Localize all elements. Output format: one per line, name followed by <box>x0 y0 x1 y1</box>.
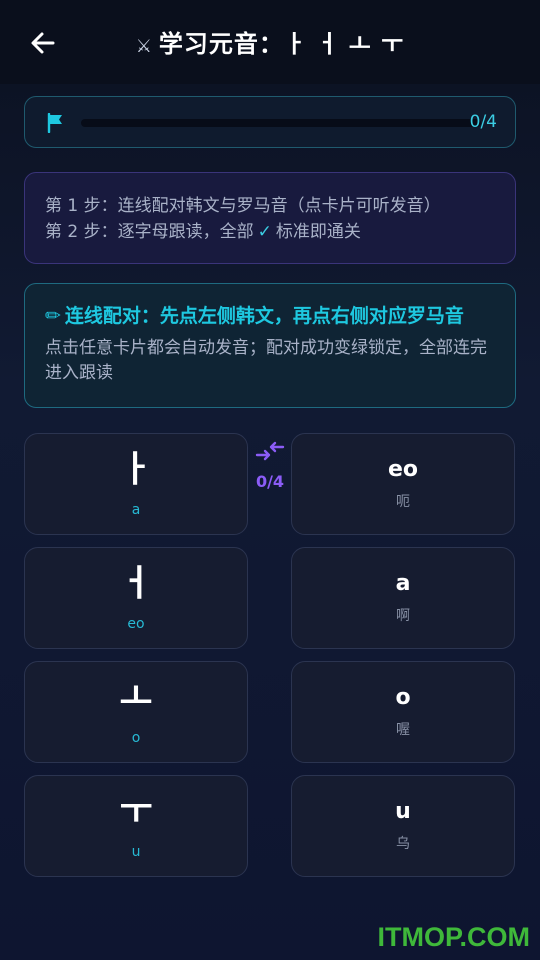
arrows-merge-icon <box>255 441 285 461</box>
roman-text: eo <box>387 457 419 482</box>
progress-bar <box>81 119 481 127</box>
roman-text: u <box>395 799 411 824</box>
hangul-char: ㅜ <box>119 791 153 832</box>
step-2-text: 第 2 步：逐字母跟读，全部 ✓ 标准即通关 <box>45 219 515 245</box>
roman-card-a[interactable]: a 啊 <box>291 547 515 649</box>
instruction-card: ✏ 连线配对：先点左侧韩文，再点右侧对应罗马音 点击任意卡片都会自动发音；配对成功… <box>24 283 516 408</box>
hangul-romanization: u <box>131 844 141 860</box>
page-title-text: 学习元音：ㅏ ㅓ ㅗ ㅜ <box>158 30 405 58</box>
instruction-body: 点击任意卡片都会自动发音；配对成功变绿锁定，全部连完进入跟读 <box>45 338 487 383</box>
flag-icon <box>47 113 62 133</box>
roman-card-u[interactable]: u 乌 <box>291 775 515 877</box>
hangul-romanization: o <box>131 730 141 746</box>
hangul-card-u[interactable]: ㅜ u <box>24 775 248 877</box>
instruction-title: ✏ 连线配对：先点左侧韩文，再点右侧对应罗马音 <box>45 302 497 330</box>
check-icon: ✓ <box>257 222 272 242</box>
app-header: ⚔ 学习元音：ㅏ ㅓ ㅗ ㅜ <box>0 0 540 84</box>
hangul-card-a[interactable]: ㅏ a <box>24 433 248 535</box>
hangul-card-o[interactable]: ㅗ o <box>24 661 248 763</box>
chinese-hint: 喔 <box>396 722 410 738</box>
chinese-hint: 啊 <box>396 608 410 624</box>
chinese-hint: 乌 <box>396 836 410 852</box>
hangul-char: ㅗ <box>119 677 153 718</box>
step-2-suffix: 标准即通关 <box>275 222 361 242</box>
swords-icon: ⚔ <box>135 36 153 57</box>
roman-card-o[interactable]: o 喔 <box>291 661 515 763</box>
instruction-title-text: 连线配对：先点左侧韩文，再点右侧对应罗马音 <box>64 305 464 327</box>
roman-card-eo[interactable]: eo 呃 <box>291 433 515 535</box>
hangul-char: ㅓ <box>119 563 153 604</box>
hangul-romanization: eo <box>127 616 145 632</box>
pencil-icon: ✏ <box>45 305 61 327</box>
steps-card: 第 1 步：连线配对韩文与罗马音（点卡片可听发音） 第 2 步：逐字母跟读，全部… <box>24 172 516 264</box>
chinese-hint: 呃 <box>396 494 410 510</box>
watermark: ITMOP.COM <box>377 922 530 952</box>
progress-card: 0/4 <box>24 96 516 148</box>
hangul-char: ㅏ <box>119 449 153 490</box>
hangul-romanization: a <box>131 502 141 518</box>
progress-count: 0/4 <box>469 112 497 132</box>
step-1-text: 第 1 步：连线配对韩文与罗马音（点卡片可听发音） <box>45 196 441 216</box>
roman-text: a <box>395 571 411 596</box>
hangul-card-eo[interactable]: ㅓ eo <box>24 547 248 649</box>
match-indicator: 0/4 <box>248 440 292 491</box>
roman-text: o <box>395 685 411 710</box>
step-2-prefix: 第 2 步：逐字母跟读，全部 <box>45 222 254 242</box>
page-title: ⚔ 学习元音：ㅏ ㅓ ㅗ ㅜ <box>0 24 540 59</box>
match-count: 0/4 <box>255 472 285 491</box>
